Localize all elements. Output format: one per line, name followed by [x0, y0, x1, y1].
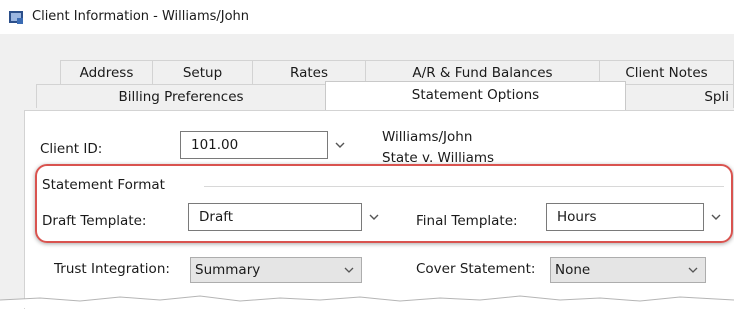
client-name: Williams/John — [382, 129, 473, 145]
client-id-dropdown-button[interactable] — [330, 131, 350, 159]
statement-format-highlight — [35, 164, 733, 243]
trust-integration-label: Trust Integration: — [54, 261, 170, 277]
client-matter: State v. Williams — [382, 150, 495, 165]
cover-statement-value: None — [555, 262, 591, 278]
trust-integration-value: Summary — [195, 262, 261, 278]
chevron-down-icon — [335, 142, 345, 148]
tab-statement-options[interactable]: Statement Options — [325, 81, 626, 111]
app-icon — [9, 11, 23, 24]
chevron-down-icon — [344, 267, 354, 273]
chevron-down-icon — [688, 267, 698, 273]
tab-split[interactable]: Spli — [625, 84, 734, 108]
client-id-label: Client ID: — [40, 141, 103, 157]
tab-address[interactable]: Address — [60, 60, 153, 84]
title-bar: Client Information - Williams/John — [0, 0, 734, 34]
torn-edge — [0, 295, 734, 308]
tab-setup[interactable]: Setup — [152, 60, 253, 84]
client-matter-clip: State v. Williams — [382, 150, 582, 165]
client-id-input[interactable]: 101.00 — [180, 131, 328, 159]
client-information-window: Client Information - Williams/John Addre… — [0, 0, 734, 309]
cover-statement-label: Cover Statement: — [416, 261, 536, 277]
window-title: Client Information - Williams/John — [32, 9, 250, 24]
cover-statement-select[interactable]: None — [550, 257, 706, 283]
trust-integration-select[interactable]: Summary — [190, 257, 362, 283]
tab-billing-preferences[interactable]: Billing Preferences — [36, 84, 326, 108]
